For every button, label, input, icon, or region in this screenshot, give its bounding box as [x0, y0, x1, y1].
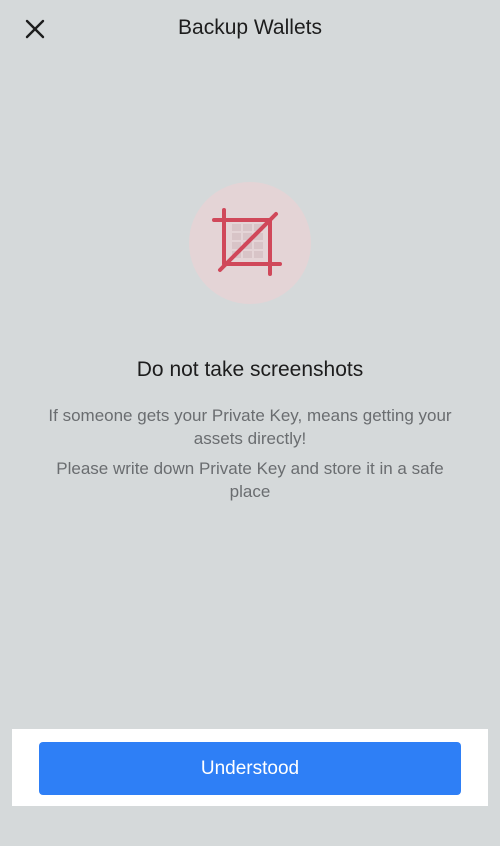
warning-text-private-key: If someone gets your Private Key, means …: [48, 406, 452, 448]
page-title: Backup Wallets: [178, 16, 322, 39]
no-screenshot-crop-icon: [212, 208, 282, 276]
no-screenshot-illustration: [189, 182, 311, 304]
footer-panel: Understood: [12, 729, 488, 806]
warning-text-write-down: Please write down Private Key and store …: [56, 459, 444, 501]
warning-heading: Do not take screenshots: [136, 358, 364, 381]
understood-button[interactable]: Understood: [39, 742, 461, 795]
top-bar: Backup Wallets: [0, 0, 500, 58]
